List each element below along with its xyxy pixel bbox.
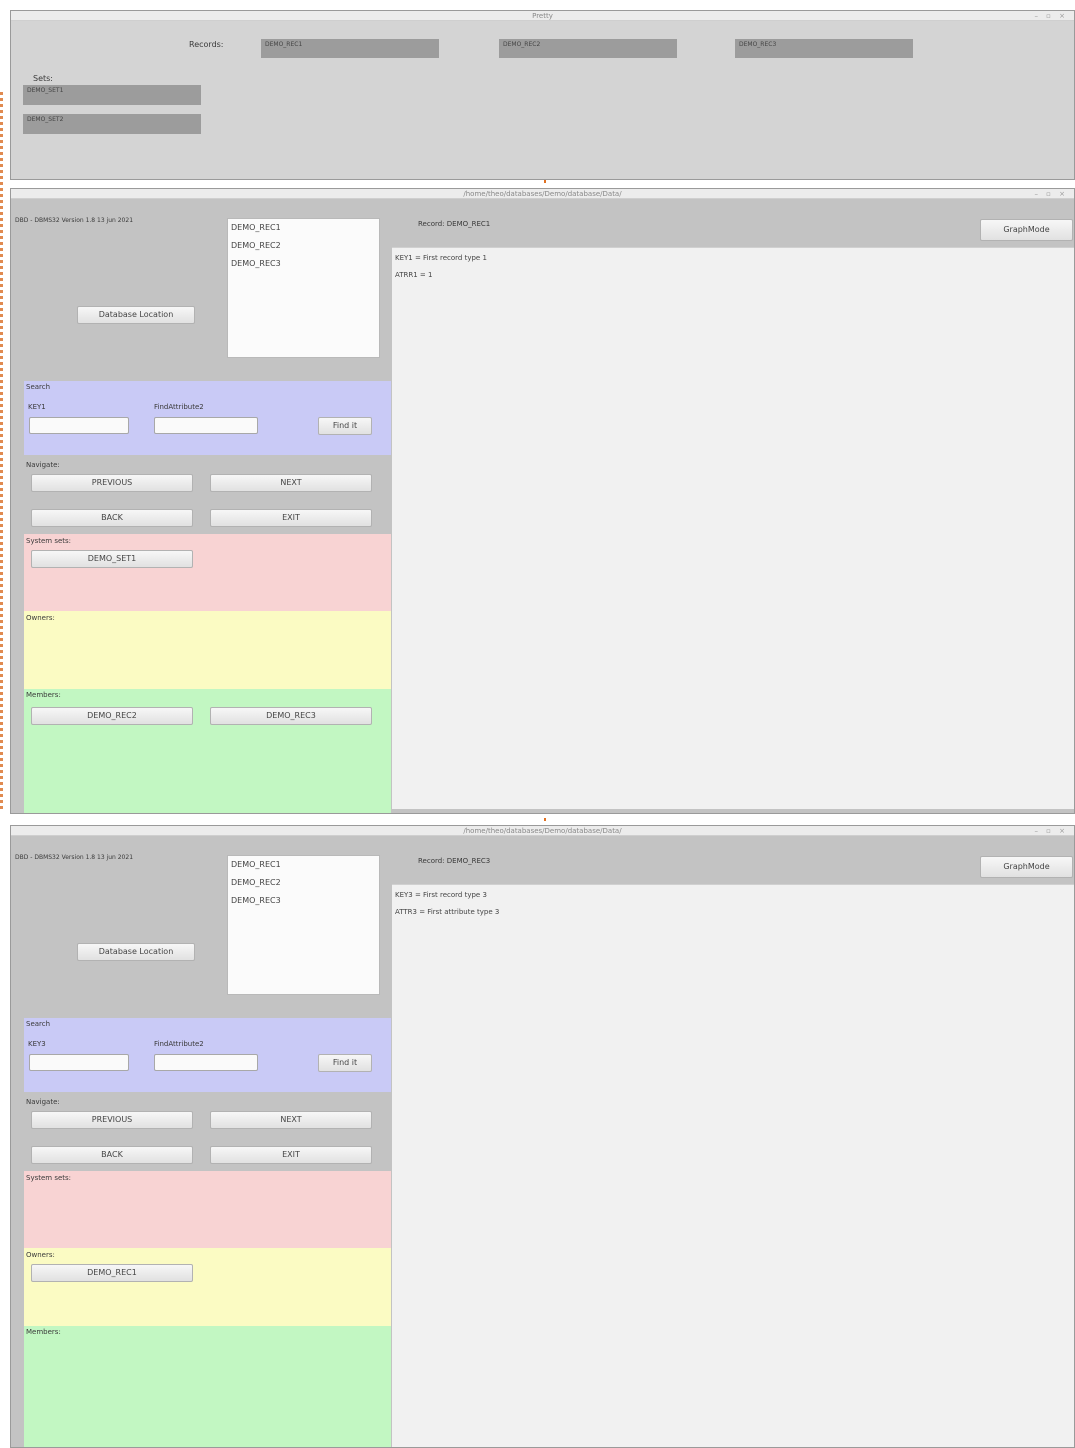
app-titlebar: /home/theo/databases/Demo/database/Data/… (11, 826, 1074, 836)
graphmode-button[interactable]: GraphMode (980, 219, 1073, 241)
back-button[interactable]: BACK (31, 509, 193, 527)
left-edge-decoration (0, 92, 3, 812)
members-label: Members: (26, 1328, 61, 1336)
system-sets-panel: System sets: DEMO_SET1 (24, 534, 391, 611)
members-label: Members: (26, 691, 61, 699)
owners-label: Owners: (26, 614, 55, 622)
record-list-item[interactable]: DEMO_REC2 (228, 874, 379, 892)
owners-label: Owners: (26, 1251, 55, 1259)
record-chip[interactable]: DEMO_REC1 (261, 39, 439, 58)
navigate-title: Navigate: (26, 461, 60, 469)
find-attribute-label: FindAttribute2 (154, 1040, 204, 1048)
app-titlebar: /home/theo/databases/Demo/database/Data/… (11, 189, 1074, 199)
key-label: KEY3 (28, 1040, 46, 1048)
window-controls-icon[interactable]: – ▫ × (1034, 826, 1068, 836)
database-location-button[interactable]: Database Location (77, 943, 195, 961)
record-chip[interactable]: DEMO_REC2 (499, 39, 677, 58)
navigate-panel: Navigate: PREVIOUS NEXT BACK EXIT (24, 461, 391, 534)
set-chip[interactable]: DEMO_SET2 (23, 114, 201, 134)
members-panel: Members: (24, 1326, 391, 1447)
record-list-item[interactable]: DEMO_REC3 (228, 255, 379, 273)
set-chip[interactable]: DEMO_SET1 (23, 85, 201, 105)
app-window-2: /home/theo/databases/Demo/database/Data/… (10, 825, 1075, 1448)
record-list-item[interactable]: DEMO_REC1 (228, 219, 379, 237)
record-list-item[interactable]: DEMO_REC1 (228, 856, 379, 874)
content-line: KEY3 = First record type 3 (395, 891, 487, 899)
exit-button[interactable]: EXIT (210, 1146, 372, 1164)
record-list-item[interactable]: DEMO_REC3 (228, 892, 379, 910)
next-button[interactable]: NEXT (210, 474, 372, 492)
owner-button[interactable]: DEMO_REC1 (31, 1264, 193, 1282)
find-it-button[interactable]: Find it (318, 1054, 372, 1072)
content-line: ATTR3 = First attribute type 3 (395, 908, 500, 916)
members-panel: Members: DEMO_REC2 DEMO_REC3 (24, 689, 391, 813)
database-location-button[interactable]: Database Location (77, 306, 195, 324)
search-panel: Search KEY1 FindAttribute2 Find it (24, 381, 391, 455)
navigate-panel: Navigate: PREVIOUS NEXT BACK EXIT (24, 1098, 391, 1171)
content-line: ATRR1 = 1 (395, 271, 433, 279)
record-header: Record: DEMO_REC3 (418, 857, 491, 865)
key-input[interactable] (29, 1054, 129, 1071)
version-info: DBD - DBMS32 Version 1.8 13 jun 2021 (15, 854, 134, 861)
window-controls-icon[interactable]: – ▫ × (1034, 189, 1068, 199)
content-line: KEY1 = First record type 1 (395, 254, 487, 262)
find-it-button[interactable]: Find it (318, 417, 372, 435)
system-sets-label: System sets: (26, 537, 72, 545)
member-button[interactable]: DEMO_REC2 (31, 707, 193, 725)
key-input[interactable] (29, 417, 129, 434)
app-window-1: /home/theo/databases/Demo/database/Data/… (10, 188, 1075, 814)
marker (544, 180, 546, 183)
record-header: Record: DEMO_REC1 (418, 220, 491, 228)
search-title: Search (26, 1020, 51, 1028)
record-listbox[interactable]: DEMO_REC1 DEMO_REC2 DEMO_REC3 (227, 218, 380, 358)
back-button[interactable]: BACK (31, 1146, 193, 1164)
find-attribute-input[interactable] (154, 417, 258, 434)
owners-panel: Owners: (24, 611, 391, 689)
system-set-button[interactable]: DEMO_SET1 (31, 550, 193, 568)
version-info: DBD - DBMS32 Version 1.8 13 jun 2021 (15, 217, 134, 224)
record-content-area: KEY1 = First record type 1 ATRR1 = 1 (392, 247, 1074, 809)
search-title: Search (26, 383, 51, 391)
record-list-item[interactable]: DEMO_REC2 (228, 237, 379, 255)
graphmode-button[interactable]: GraphMode (980, 856, 1073, 878)
system-sets-panel: System sets: (24, 1171, 391, 1248)
overview-window: Pretty – ▫ × Records: DEMO_REC1 DEMO_REC… (10, 10, 1075, 180)
next-button[interactable]: NEXT (210, 1111, 372, 1129)
overview-titlebar: Pretty – ▫ × (11, 11, 1074, 21)
marker (544, 818, 546, 821)
overview-title: Pretty (532, 12, 553, 20)
window-title: /home/theo/databases/Demo/database/Data/ (463, 827, 622, 835)
system-sets-label: System sets: (26, 1174, 72, 1182)
find-attribute-input[interactable] (154, 1054, 258, 1071)
records-label: Records: (189, 40, 224, 49)
navigate-title: Navigate: (26, 1098, 60, 1106)
exit-button[interactable]: EXIT (210, 509, 372, 527)
search-panel: Search KEY3 FindAttribute2 Find it (24, 1018, 391, 1092)
sets-label: Sets: (33, 74, 53, 83)
record-chip[interactable]: DEMO_REC3 (735, 39, 913, 58)
find-attribute-label: FindAttribute2 (154, 403, 204, 411)
member-button[interactable]: DEMO_REC3 (210, 707, 372, 725)
owners-panel: Owners: DEMO_REC1 (24, 1248, 391, 1326)
previous-button[interactable]: PREVIOUS (31, 1111, 193, 1129)
key-label: KEY1 (28, 403, 46, 411)
previous-button[interactable]: PREVIOUS (31, 474, 193, 492)
record-content-area: KEY3 = First record type 3 ATTR3 = First… (392, 884, 1074, 1447)
record-listbox[interactable]: DEMO_REC1 DEMO_REC2 DEMO_REC3 (227, 855, 380, 995)
window-controls-icon[interactable]: – ▫ × (1034, 11, 1068, 21)
window-title: /home/theo/databases/Demo/database/Data/ (463, 190, 622, 198)
